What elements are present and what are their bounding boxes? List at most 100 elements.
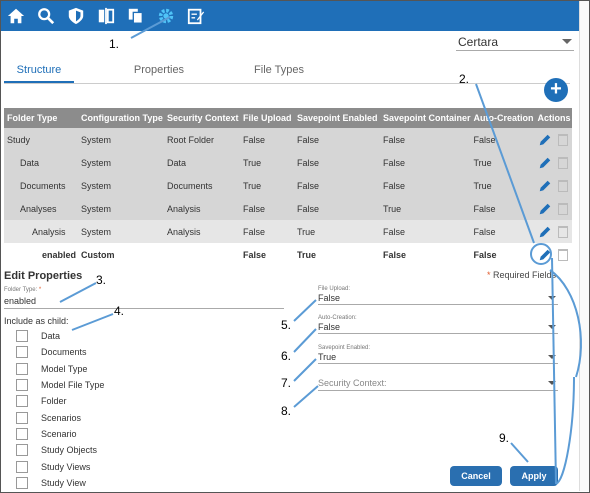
- table-cell: False: [294, 174, 380, 197]
- apply-button[interactable]: Apply: [510, 466, 558, 486]
- cancel-button[interactable]: Cancel: [450, 466, 502, 486]
- column-header: Actions: [534, 108, 572, 128]
- callout-6: 6.: [281, 349, 292, 363]
- folder-type-field[interactable]: enabled: [4, 296, 284, 309]
- column-header[interactable]: Configuration Type: [78, 108, 164, 128]
- table-row-selected[interactable]: enabled Custom False True False False: [4, 243, 572, 266]
- child-option-scenario[interactable]: Scenario: [16, 426, 104, 442]
- column-header[interactable]: Savepoint Enabled: [294, 108, 380, 128]
- trash-icon[interactable]: [557, 202, 568, 215]
- security-context-select[interactable]: Security Context:: [318, 376, 558, 391]
- checkbox[interactable]: [16, 427, 28, 440]
- checkbox[interactable]: [16, 460, 28, 473]
- pencil-icon[interactable]: [538, 156, 552, 170]
- security-context-placeholder: Security Context:: [318, 378, 387, 388]
- trash-icon[interactable]: [557, 133, 568, 146]
- table-cell: Documents: [4, 174, 78, 197]
- table-cell: True: [240, 174, 294, 197]
- tab-structure[interactable]: Structure: [4, 60, 74, 83]
- savepoint-enabled-value: True: [318, 352, 337, 362]
- table-row[interactable]: Documents System Documents True False Fa…: [4, 174, 572, 197]
- pencil-icon[interactable]: [538, 133, 552, 147]
- edit-note-icon[interactable]: [185, 5, 207, 27]
- child-option-model-file-type[interactable]: Model File Type: [16, 377, 104, 393]
- tab-file-types[interactable]: File Types: [244, 60, 314, 83]
- trash-icon[interactable]: [557, 179, 568, 192]
- checkbox[interactable]: [16, 330, 28, 343]
- table-cell: System: [78, 128, 164, 151]
- child-option-study-objects[interactable]: Study Objects: [16, 442, 104, 458]
- checkbox[interactable]: [16, 411, 28, 424]
- checkbox[interactable]: [16, 395, 28, 408]
- child-option-data[interactable]: Data: [16, 328, 104, 344]
- tab-bar: Structure Properties File Types: [4, 60, 570, 84]
- trash-icon[interactable]: [557, 156, 568, 169]
- child-option-documents[interactable]: Documents: [16, 344, 104, 360]
- column-header[interactable]: Folder Type: [4, 108, 78, 128]
- pencil-icon[interactable]: [538, 248, 552, 262]
- column-header[interactable]: Savepoint Container: [380, 108, 471, 128]
- table-cell: System: [78, 151, 164, 174]
- column-header[interactable]: Auto-Creation: [470, 108, 535, 128]
- child-option-folder[interactable]: Folder: [16, 393, 104, 409]
- table-cell: [164, 243, 240, 266]
- table-row[interactable]: Data System Data True False False True: [4, 151, 572, 174]
- tab-properties[interactable]: Properties: [74, 60, 244, 83]
- copy-icon[interactable]: [125, 5, 147, 27]
- callout-1: 1.: [109, 37, 120, 51]
- chevron-down-icon: [548, 355, 556, 359]
- compare-icon[interactable]: [95, 5, 117, 27]
- child-option-study-view[interactable]: Study View: [16, 475, 104, 491]
- shield-icon[interactable]: [65, 5, 87, 27]
- trash-icon[interactable]: [557, 248, 568, 261]
- callout-7: 7.: [281, 376, 292, 390]
- required-fields-text: Required Fields: [493, 270, 557, 280]
- required-star: *: [38, 287, 42, 293]
- table-row[interactable]: Study System Root Folder False False Fal…: [4, 128, 572, 151]
- callout-8: 8.: [281, 404, 292, 418]
- vertical-scrollbar[interactable]: [579, 1, 589, 491]
- column-header[interactable]: File Upload: [240, 108, 294, 128]
- add-folder-button[interactable]: +: [544, 78, 568, 102]
- table-cell: True: [240, 151, 294, 174]
- file-upload-select[interactable]: File Upload: False: [318, 286, 558, 305]
- table-cell: True: [294, 243, 380, 266]
- folder-structure-table: Folder Type Configuration Type Security …: [4, 108, 572, 266]
- table-cell: False: [380, 220, 471, 243]
- tenant-select[interactable]: Certara: [456, 33, 574, 51]
- table-row[interactable]: Analyses System Analysis False False Tru…: [4, 197, 572, 220]
- table-cell: False: [470, 197, 535, 220]
- child-option-study-views[interactable]: Study Views: [16, 458, 104, 474]
- table-cell: False: [470, 128, 535, 151]
- checkbox[interactable]: [16, 444, 28, 457]
- pencil-icon[interactable]: [538, 202, 552, 216]
- trash-icon[interactable]: [557, 225, 568, 238]
- table-cell: True: [380, 197, 471, 220]
- row-actions: [534, 243, 572, 266]
- child-option-label: Scenario: [41, 428, 77, 439]
- pencil-icon[interactable]: [538, 179, 552, 193]
- chevron-down-icon: [548, 325, 556, 329]
- table-cell: False: [294, 197, 380, 220]
- checkbox[interactable]: [16, 362, 28, 375]
- checkbox[interactable]: [16, 346, 28, 359]
- table-cell: System: [78, 197, 164, 220]
- auto-creation-select[interactable]: Auto-Creation: False: [318, 315, 558, 334]
- search-icon[interactable]: [35, 5, 57, 27]
- table-cell: False: [380, 128, 471, 151]
- checkbox[interactable]: [16, 379, 28, 392]
- savepoint-enabled-select[interactable]: Savepoint Enabled: True: [318, 345, 558, 364]
- callout-9: 9.: [499, 431, 510, 445]
- column-header[interactable]: Security Context: [164, 108, 240, 128]
- table-row[interactable]: Analysis System Analysis False True Fals…: [4, 220, 572, 243]
- auto-creation-value: False: [318, 322, 341, 332]
- child-option-label: Study View: [41, 477, 86, 488]
- row-actions: [534, 128, 572, 151]
- callout-4: 4.: [114, 304, 125, 318]
- gear-icon[interactable]: [155, 5, 177, 27]
- home-icon[interactable]: [5, 5, 27, 27]
- pencil-icon[interactable]: [538, 225, 552, 239]
- child-option-model-type[interactable]: Model Type: [16, 361, 104, 377]
- child-option-scenarios[interactable]: Scenarios: [16, 409, 104, 425]
- checkbox[interactable]: [16, 476, 28, 489]
